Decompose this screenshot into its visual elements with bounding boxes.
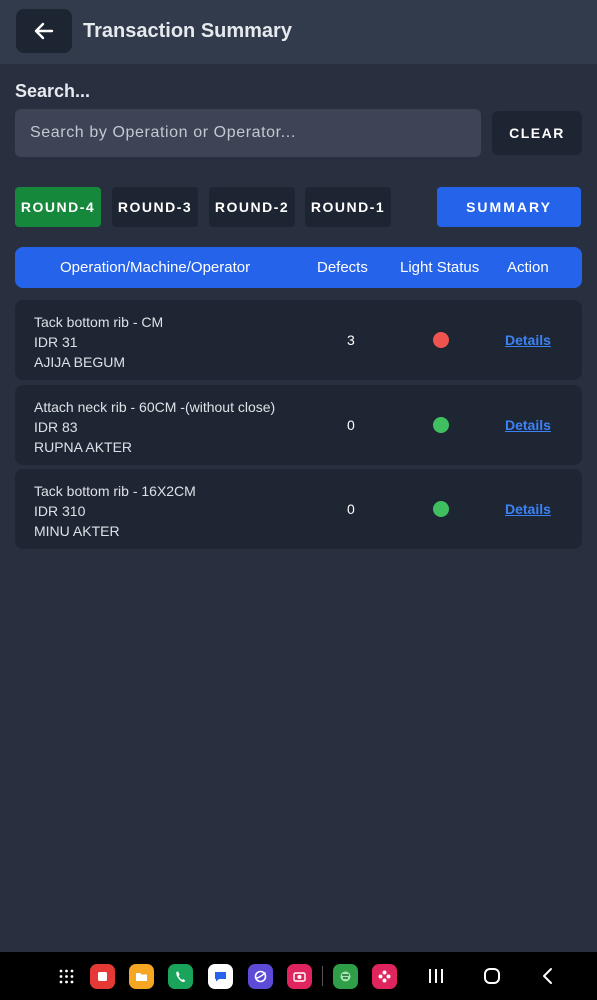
notes-app-icon[interactable] — [90, 964, 115, 989]
column-header-defects: Defects — [317, 259, 368, 276]
operation-name: Attach neck rib - 60CM -(without close) — [34, 399, 276, 415]
recents-icon[interactable] — [424, 964, 448, 988]
operation-name: Tack bottom rib - 16X2CM — [34, 483, 196, 499]
column-header-operation: Operation/Machine/Operator — [60, 259, 251, 276]
table-header: Operation/Machine/Operator Defects Light… — [15, 247, 582, 288]
home-icon[interactable] — [480, 964, 504, 988]
details-link[interactable]: Details — [505, 417, 551, 433]
table-row: Attach neck rib - 60CM -(without close) … — [15, 385, 582, 465]
details-link[interactable]: Details — [505, 501, 551, 517]
arrow-left-icon — [34, 22, 54, 40]
round-3-button[interactable]: ROUND-3 — [112, 187, 198, 227]
app-header: Transaction Summary — [0, 0, 597, 64]
column-header-light-status: Light Status — [400, 259, 480, 276]
navbar-divider — [322, 966, 323, 986]
search-label: Search... — [15, 81, 91, 101]
system-navigation-bar — [0, 952, 597, 1000]
files-app-icon[interactable] — [129, 964, 154, 989]
defects-count: 0 — [347, 417, 355, 433]
apps-grid-icon[interactable] — [54, 964, 79, 989]
row-info: Attach neck rib - 60CM -(without close) … — [34, 397, 275, 457]
search-input[interactable] — [15, 109, 481, 157]
camera-app-icon[interactable] — [287, 964, 312, 989]
game-app-icon[interactable] — [333, 964, 358, 989]
back-nav-icon[interactable] — [536, 964, 560, 988]
machine-id: IDR 31 — [34, 334, 78, 350]
phone-app-icon[interactable] — [168, 964, 193, 989]
browser-app-icon[interactable] — [248, 964, 273, 989]
machine-id: IDR 83 — [34, 419, 78, 435]
operator-name: AJIJA BEGUM — [34, 354, 126, 370]
row-info: Tack bottom rib - CM IDR 31 AJIJA BEGUM — [34, 312, 163, 372]
operator-name: RUPNA AKTER — [34, 439, 133, 455]
clear-button[interactable]: CLEAR — [492, 111, 582, 155]
round-2-button[interactable]: ROUND-2 — [209, 187, 295, 227]
column-header-action: Action — [507, 259, 549, 276]
row-info: Tack bottom rib - 16X2CM IDR 310 MINU AK… — [34, 481, 196, 541]
page-title: Transaction Summary — [83, 20, 292, 42]
back-button[interactable] — [16, 9, 72, 53]
summary-button[interactable]: SUMMARY — [437, 187, 581, 227]
flower-app-icon[interactable] — [372, 964, 397, 989]
round-1-button[interactable]: ROUND-1 — [305, 187, 391, 227]
operation-name: Tack bottom rib - CM — [34, 314, 164, 330]
defects-count: 0 — [347, 501, 355, 517]
details-link[interactable]: Details — [505, 332, 551, 348]
table-row: Tack bottom rib - CM IDR 31 AJIJA BEGUM … — [15, 300, 582, 380]
machine-id: IDR 310 — [34, 503, 86, 519]
light-status-green-icon — [433, 501, 449, 517]
light-status-red-icon — [433, 332, 449, 348]
light-status-green-icon — [433, 417, 449, 433]
table-row: Tack bottom rib - 16X2CM IDR 310 MINU AK… — [15, 469, 582, 549]
round-4-button[interactable]: ROUND-4 — [15, 187, 101, 227]
messages-app-icon[interactable] — [208, 964, 233, 989]
operator-name: MINU AKTER — [34, 523, 120, 539]
defects-count: 3 — [347, 332, 355, 348]
